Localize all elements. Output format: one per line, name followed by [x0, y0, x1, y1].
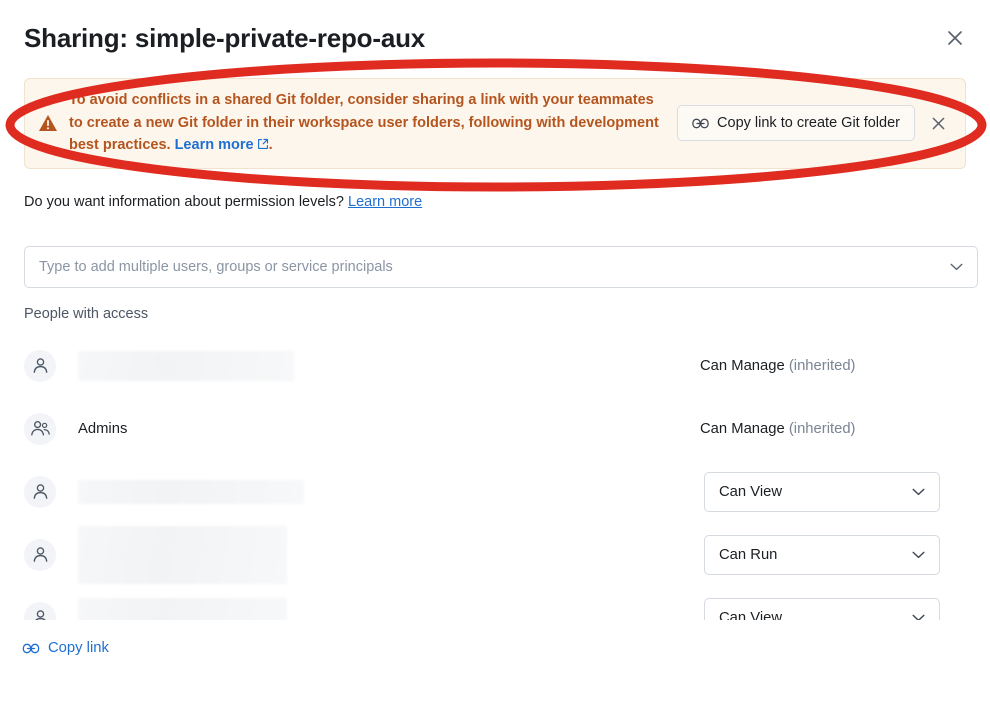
person-icon [24, 475, 56, 508]
banner-learn-more-link[interactable]: Learn more [175, 137, 254, 153]
permission-select[interactable]: Can View [704, 471, 940, 512]
redacted-name [78, 597, 287, 620]
person-icon [24, 538, 56, 571]
chevron-down-icon[interactable] [912, 488, 925, 496]
chevron-down-icon[interactable] [912, 614, 925, 620]
redacted-name [78, 479, 304, 504]
add-principals-placeholder: Type to add multiple users, groups or se… [39, 259, 393, 275]
copy-link-to-create-git-folder-button[interactable]: Copy link to create Git folder [677, 105, 915, 142]
close-icon[interactable] [940, 23, 970, 53]
person-icon [24, 349, 56, 382]
copy-link-button[interactable]: Copy link [22, 640, 109, 656]
group-icon [24, 412, 56, 445]
table-row: Can Manage (inherited) [24, 334, 978, 397]
permission-static-label: Can Manage (inherited) [700, 421, 855, 437]
permission-value: Can Manage [700, 357, 785, 374]
permission-value: Can Manage [700, 420, 785, 437]
permission-select-value: Can Run [719, 546, 778, 563]
table-row: Can View [24, 586, 978, 620]
person-icon [24, 601, 56, 620]
table-row: Can Run [24, 523, 978, 586]
permission-static-label: Can Manage (inherited) [700, 358, 855, 374]
people-with-access-list: Can Manage (inherited) Admins Can Manage (… [24, 334, 978, 620]
permission-info-text: Do you want information about permission… [24, 194, 348, 210]
table-row: Admins Can Manage (inherited) [24, 397, 978, 460]
banner-action-area: Copy link to create Git folder [677, 105, 915, 142]
link-icon [692, 117, 709, 130]
page-title: Sharing: simple-private-repo-aux [24, 22, 426, 53]
warning-triangle-icon [37, 114, 59, 132]
chevron-down-icon[interactable] [912, 551, 925, 559]
permission-levels-info: Do you want information about permission… [24, 192, 422, 212]
permission-inherited-note: (inherited) [788, 420, 856, 437]
add-principals-input[interactable]: Type to add multiple users, groups or se… [24, 246, 978, 288]
sharing-dialog: Sharing: simple-private-repo-aux To avoi… [0, 0, 990, 702]
permission-select[interactable]: Can View [704, 597, 940, 621]
warning-text-primary: To avoid conflicts in a shared Git folde… [69, 92, 659, 153]
warning-message: To avoid conflicts in a shared Git folde… [69, 89, 663, 158]
external-link-icon [257, 135, 269, 158]
link-icon [22, 642, 40, 655]
permission-select-value: Can View [719, 609, 783, 621]
git-folder-warning-banner: To avoid conflicts in a shared Git folde… [24, 78, 966, 169]
permission-select-value: Can View [719, 483, 783, 500]
table-row: Can View [24, 460, 978, 523]
redacted-name [78, 350, 294, 381]
permission-select[interactable]: Can Run [704, 534, 940, 575]
chevron-down-icon[interactable] [950, 263, 963, 271]
copy-link-label: Copy link [48, 640, 109, 656]
permission-learn-more-link[interactable]: Learn more [348, 194, 422, 210]
warning-text-suffix: . [268, 137, 273, 153]
dialog-header: Sharing: simple-private-repo-aux [24, 16, 970, 60]
copy-git-folder-label: Copy link to create Git folder [717, 115, 900, 132]
permission-inherited-note: (inherited) [788, 357, 856, 374]
people-with-access-label: People with access [24, 306, 149, 322]
redacted-name [78, 525, 287, 584]
banner-close-icon[interactable] [925, 110, 951, 136]
